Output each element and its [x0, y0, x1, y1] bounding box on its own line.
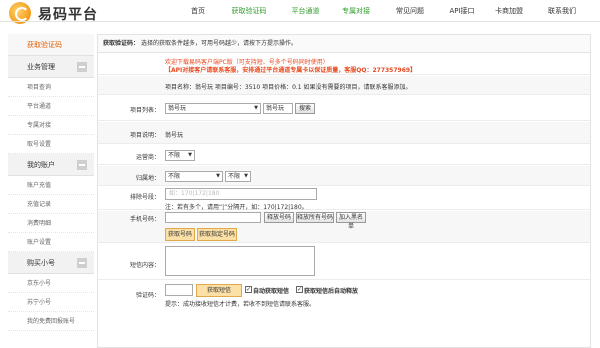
region-label: 归属地：	[135, 175, 160, 182]
nav-divider	[0, 21, 600, 22]
project-desc-label: 项目说明：	[129, 132, 160, 139]
sidebar-item-consumption[interactable]: 消费明细	[8, 214, 94, 233]
project-list-row: 项目列表： 翁号玩 ▼ 翁号玩 搜索	[98, 96, 590, 121]
sidebar: 获取验证码 业务管理 项目查询 平台通道 专属对接 取号设置 我的账户 账户充值…	[8, 34, 94, 348]
nav-join[interactable]: 卡商加盟	[487, 0, 531, 22]
exclude-label: 排除号段：	[129, 194, 160, 201]
phone-row: 手机号码： 释放号码 释放所有号码 加入黑名单 获取号码 获取指定号码	[98, 211, 590, 243]
add-blacklist-button[interactable]: 加入黑名单	[336, 212, 366, 230]
get-specific-number-button[interactable]: 获取指定号码	[197, 228, 237, 241]
exclude-hint: 注：若有多个，请用“|”分隔开，如：170|172|180。	[165, 204, 308, 211]
auto-release-checkbox[interactable]: ✓	[296, 286, 303, 293]
collapse-icon[interactable]	[77, 160, 87, 170]
sms-content-textarea[interactable]	[165, 246, 315, 276]
project-desc: 翁号玩	[165, 132, 184, 139]
code-input[interactable]	[165, 284, 193, 296]
region-city-select[interactable]: 不限 ▼	[225, 171, 251, 182]
region-province-select[interactable]: 不限 ▼	[165, 171, 223, 182]
nav-dedicated[interactable]: 专属对接	[334, 0, 378, 22]
sidebar-item-recharge[interactable]: 账户充值	[8, 176, 94, 195]
collapse-icon[interactable]	[77, 62, 87, 72]
release-all-button[interactable]: 释放所有号码	[296, 212, 334, 223]
auto-get-checkbox[interactable]: ✓	[245, 286, 252, 293]
info-text: 选择的获取条件越多，可用号码越少，请按下方提示操作。	[140, 40, 297, 47]
sidebar-item-platform-channel[interactable]: 平台通道	[8, 97, 94, 116]
phone-label: 手机号码：	[129, 216, 160, 223]
sidebar-item-dedicated[interactable]: 专属对接	[8, 116, 94, 135]
code-row: 验证码： 获取短信 ✓ 自动获取短信 ✓ 获取短信后自动释放 提示：成功接收短信…	[98, 281, 590, 311]
project-list-label: 项目列表：	[129, 107, 160, 114]
get-number-button[interactable]: 获取号码	[165, 228, 195, 241]
chevron-down-icon: ▼	[188, 152, 192, 158]
sidebar-item-free-accounts[interactable]: 我的免费回报账号	[8, 312, 94, 331]
chevron-down-icon: ▼	[244, 173, 248, 179]
app-window: 易码平台 首页 获取验证码 平台通道 专属对接 常见问题 API接口 卡商加盟 …	[0, 0, 600, 348]
collapse-icon[interactable]	[77, 258, 87, 268]
nav-platform-channel[interactable]: 平台通道	[283, 0, 328, 22]
region-city-value: 不限	[228, 173, 241, 180]
project-info-row: 项目名称：翁号玩 项目编号：3510 项目价格：0.1 如果没有需要的项目，请联…	[98, 76, 590, 95]
nav-home[interactable]: 首页	[183, 0, 213, 22]
sidebar-item-number-settings[interactable]: 取号设置	[8, 135, 94, 154]
chevron-down-icon: ▼	[216, 173, 220, 179]
project-info: 项目名称：翁号玩 项目编号：3510 项目价格：0.1 如果没有需要的项目，请联…	[165, 84, 412, 91]
sidebar-head-label: 业务管理	[27, 63, 55, 71]
search-button[interactable]: 搜索	[295, 103, 315, 114]
nav-get-code[interactable]: 获取验证码	[225, 0, 273, 22]
release-number-button[interactable]: 释放号码	[264, 212, 294, 223]
sidebar-head-account[interactable]: 我的账户	[8, 154, 94, 176]
sidebar-head-label: 我的账户	[27, 161, 55, 169]
region-row: 归属地： 不限 ▼ 不限 ▼	[98, 166, 590, 186]
sidebar-head-buy-numbers[interactable]: 购买小号	[8, 252, 94, 274]
auto-get-label: 自动获取短信	[253, 288, 290, 295]
project-input-value: 翁号玩	[266, 105, 285, 112]
phone-input[interactable]	[165, 212, 261, 223]
sidebar-item-project-query[interactable]: 项目查询	[8, 78, 94, 97]
info-bar: 获取验证码： 选择的获取条件越多，可用号码越少，请按下方提示操作。	[98, 35, 590, 53]
project-select-value: 翁号玩	[168, 105, 187, 112]
sidebar-item-account-settings[interactable]: 账户设置	[8, 233, 94, 252]
nav-faq[interactable]: 常见问题	[388, 0, 432, 22]
exclude-row: 排除号段： 如：170|172|180 注：若有多个，请用“|”分隔开，如：17…	[98, 187, 590, 211]
notice-row: 欢迎下载易码客户端PC版（可支持短、号多个号码同时使用） 【API对接客户请联系…	[98, 53, 590, 75]
code-label: 验证码：	[135, 292, 160, 299]
chevron-down-icon: ▼	[254, 105, 258, 111]
sidebar-item-suning[interactable]: 苏宁小号	[8, 293, 94, 312]
get-sms-button[interactable]: 获取短信	[196, 284, 242, 297]
sidebar-head-get-code[interactable]: 获取验证码	[8, 34, 94, 56]
project-select[interactable]: 翁号玩 ▼	[165, 103, 261, 114]
project-input[interactable]: 翁号玩	[263, 103, 293, 114]
region-province-value: 不限	[168, 173, 181, 180]
sidebar-head-label: 购买小号	[27, 259, 55, 267]
operator-select-value: 不限	[168, 152, 181, 159]
sidebar-head-business[interactable]: 业务管理	[8, 56, 94, 78]
header: 易码平台 首页 获取验证码 平台通道 专属对接 常见问题 API接口 卡商加盟 …	[0, 0, 600, 26]
nav-api[interactable]: API接口	[444, 0, 480, 22]
operator-row: 运营商： 不限 ▼	[98, 145, 590, 165]
operator-select[interactable]: 不限 ▼	[165, 150, 195, 161]
operator-label: 运营商：	[135, 154, 160, 161]
info-label: 获取验证码：	[103, 40, 140, 47]
sidebar-item-recharge-records[interactable]: 充值记录	[8, 195, 94, 214]
sms-label: 短信内容：	[129, 262, 160, 269]
exclude-input[interactable]: 如：170|172|180	[165, 188, 317, 200]
sidebar-item-jd[interactable]: 京东小号	[8, 274, 94, 293]
notice-api: 【API对接客户请联系客服，安排通过平台通道专属卡以保证质量，客服QQ：2773…	[165, 67, 417, 74]
project-desc-row: 项目说明： 翁号玩	[98, 122, 590, 144]
auto-release-label: 获取短信后自动释放	[304, 288, 359, 295]
main-panel: 获取验证码： 选择的获取条件越多，可用号码越少，请按下方提示操作。 欢迎下载易码…	[97, 34, 591, 348]
code-hint: 提示：成功接收短信才计费，若收不到短信请联系客服。	[165, 301, 316, 308]
nav-contact[interactable]: 联系我们	[540, 0, 584, 22]
sms-row: 短信内容：	[98, 244, 590, 280]
